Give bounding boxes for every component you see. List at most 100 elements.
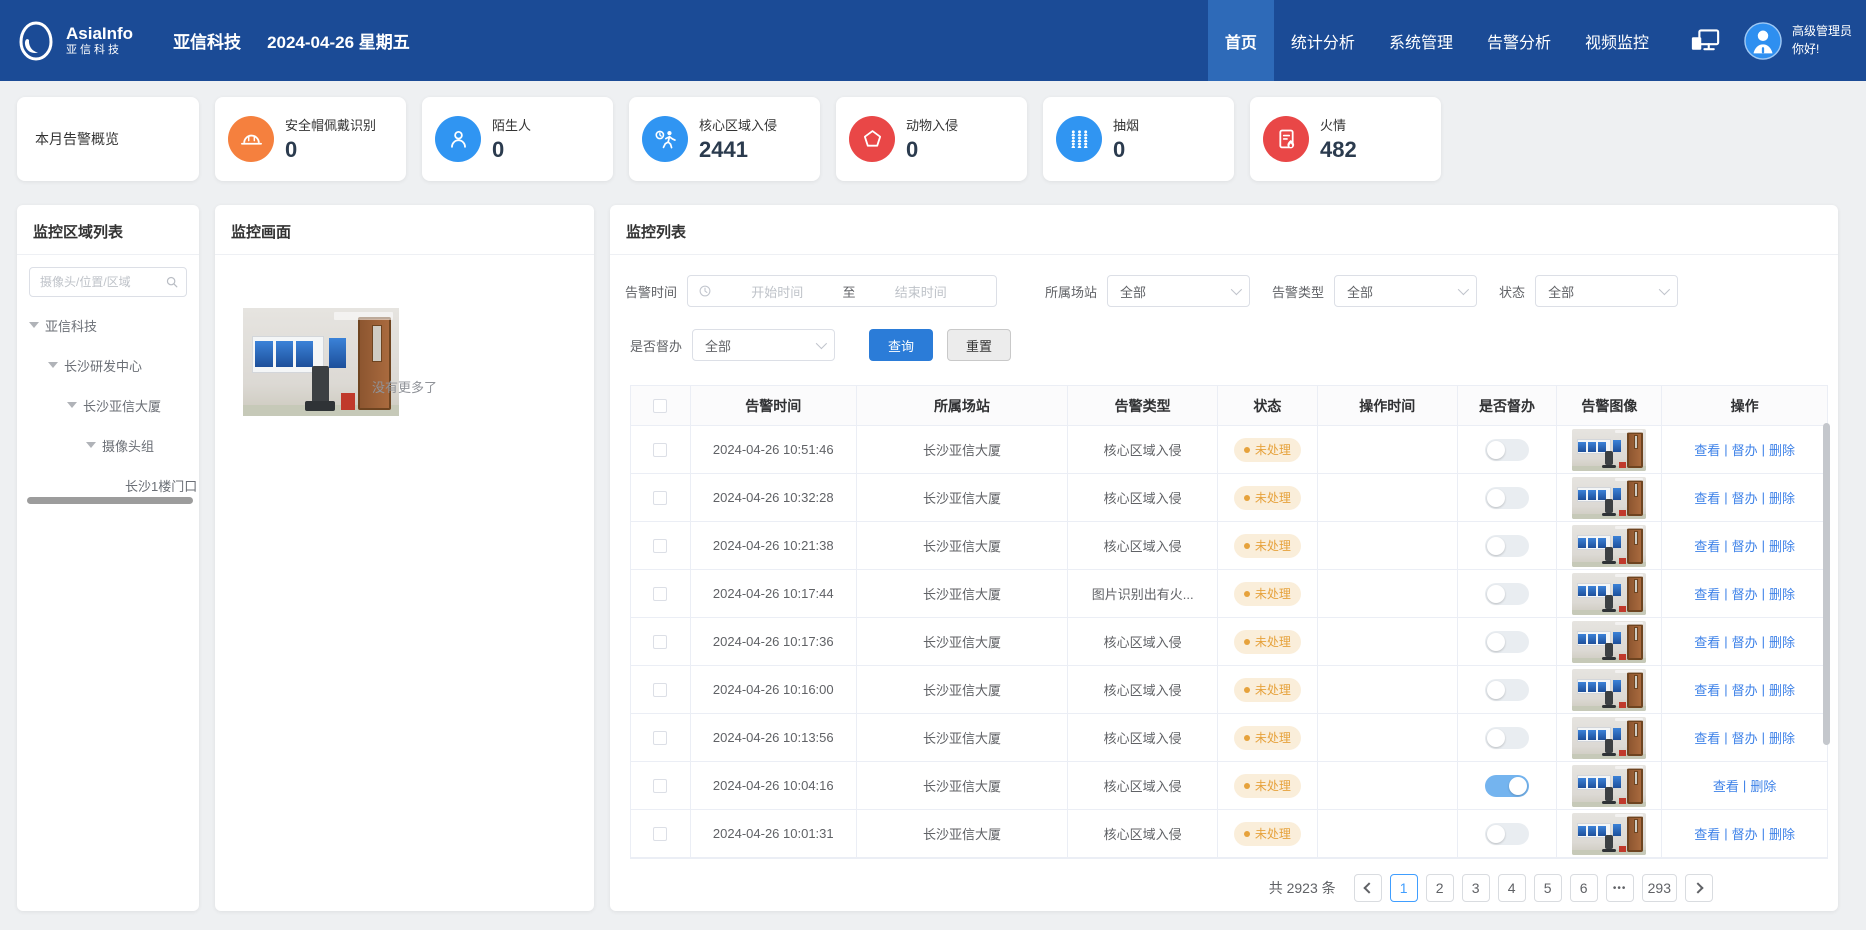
scene-poster <box>1613 584 1621 596</box>
alarm-image[interactable] <box>1572 429 1646 471</box>
query-button[interactable]: 查询 <box>869 329 933 361</box>
tree-item[interactable]: 长沙亚信大厦 <box>17 385 199 425</box>
row-action-link[interactable]: 删除 <box>1769 680 1795 699</box>
alarm-image[interactable] <box>1572 669 1646 711</box>
page-button[interactable]: 4 <box>1498 874 1526 902</box>
camera-thumbnail[interactable] <box>243 308 399 416</box>
row-checkbox[interactable] <box>653 731 667 745</box>
end-time-placeholder[interactable]: 结束时间 <box>856 282 987 301</box>
scene-door-window <box>1634 483 1638 497</box>
row-action-link[interactable]: 查看 <box>1694 680 1720 699</box>
action-separator: | <box>1762 538 1765 553</box>
tree-item[interactable]: 摄像头组 <box>17 425 199 465</box>
row-checkbox[interactable] <box>653 779 667 793</box>
nav-item[interactable]: 首页 <box>1208 0 1274 81</box>
alarm-image[interactable] <box>1572 525 1646 567</box>
select-all-checkbox[interactable] <box>653 399 667 413</box>
row-action-link[interactable]: 督办 <box>1732 488 1758 507</box>
row-action-link[interactable]: 查看 <box>1694 584 1720 603</box>
row-action-link[interactable]: 查看 <box>1694 728 1720 747</box>
row-action-link[interactable]: 删除 <box>1750 776 1776 795</box>
tree-item[interactable]: 长沙研发中心 <box>17 345 199 385</box>
row-checkbox[interactable] <box>653 491 667 505</box>
scene-red-box <box>1619 750 1626 756</box>
supervise-toggle[interactable] <box>1485 583 1529 605</box>
row-action-link[interactable]: 删除 <box>1769 584 1795 603</box>
supervise-toggle[interactable] <box>1485 535 1529 557</box>
row-checkbox[interactable] <box>653 587 667 601</box>
row-checkbox[interactable] <box>653 635 667 649</box>
current-date: 2024-04-26 星期五 <box>267 28 410 53</box>
page-button[interactable]: 2 <box>1426 874 1454 902</box>
row-action-link[interactable]: 查看 <box>1694 824 1720 843</box>
camera-search-input[interactable] <box>29 267 187 297</box>
supervise-toggle[interactable] <box>1485 679 1529 701</box>
next-page-button[interactable] <box>1685 874 1713 902</box>
row-action-link[interactable]: 督办 <box>1732 440 1758 459</box>
nav-item[interactable]: 系统管理 <box>1372 0 1470 81</box>
alarm-image[interactable] <box>1572 717 1646 759</box>
row-action-link[interactable]: 查看 <box>1694 488 1720 507</box>
supervise-select[interactable]: 全部 <box>692 329 835 361</box>
row-action-link[interactable]: 督办 <box>1732 536 1758 555</box>
page-button[interactable]: 3 <box>1462 874 1490 902</box>
nav-item[interactable]: 统计分析 <box>1274 0 1372 81</box>
page-button[interactable]: 5 <box>1534 874 1562 902</box>
row-action-link[interactable]: 查看 <box>1694 536 1720 555</box>
row-action-link[interactable]: 督办 <box>1732 680 1758 699</box>
horizontal-scrollbar[interactable] <box>27 497 193 504</box>
row-action-link[interactable]: 删除 <box>1769 536 1795 555</box>
station-select[interactable]: 全部 <box>1107 275 1250 307</box>
row-action-link[interactable]: 督办 <box>1732 632 1758 651</box>
scene-poster <box>1598 730 1606 740</box>
alarm-type-select[interactable]: 全部 <box>1334 275 1477 307</box>
row-action-link[interactable]: 删除 <box>1769 440 1795 459</box>
supervise-toggle[interactable] <box>1485 727 1529 749</box>
tree-item[interactable]: 亚信科技 <box>17 305 199 345</box>
row-action-link[interactable]: 删除 <box>1769 824 1795 843</box>
row-checkbox[interactable] <box>653 683 667 697</box>
supervise-toggle[interactable] <box>1485 775 1529 797</box>
row-checkbox[interactable] <box>653 539 667 553</box>
row-action-link[interactable]: 督办 <box>1732 584 1758 603</box>
status-select[interactable]: 全部 <box>1535 275 1678 307</box>
supervise-toggle[interactable] <box>1485 439 1529 461</box>
card-value: 482 <box>1320 137 1357 163</box>
row-checkbox[interactable] <box>653 827 667 841</box>
page-button[interactable]: 1 <box>1390 874 1418 902</box>
supervise-toggle[interactable] <box>1485 487 1529 509</box>
start-time-placeholder[interactable]: 开始时间 <box>712 282 843 301</box>
prev-page-button[interactable] <box>1354 874 1382 902</box>
alarm-image[interactable] <box>1572 765 1646 807</box>
alarm-image[interactable] <box>1572 621 1646 663</box>
nav-item[interactable]: 视频监控 <box>1568 0 1666 81</box>
toggle-knob <box>1487 537 1505 555</box>
supervise-toggle[interactable] <box>1485 631 1529 653</box>
alarm-image[interactable] <box>1572 813 1646 855</box>
scene-poster <box>1588 826 1596 836</box>
row-action-link[interactable]: 查看 <box>1713 776 1739 795</box>
alarm-image[interactable] <box>1572 573 1646 615</box>
row-action-link[interactable]: 删除 <box>1769 488 1795 507</box>
alarm-stat-card: 安全帽佩戴识别 0 <box>215 97 406 181</box>
list-title: 监控列表 <box>610 205 1838 254</box>
row-action-link[interactable]: 删除 <box>1769 632 1795 651</box>
row-action-link[interactable]: 督办 <box>1732 728 1758 747</box>
video-wall-icon[interactable] <box>1688 0 1722 81</box>
avatar[interactable] <box>1744 22 1782 60</box>
reset-button[interactable]: 重置 <box>947 329 1011 361</box>
nav-item[interactable]: 告警分析 <box>1470 0 1568 81</box>
page-button[interactable]: 293 <box>1642 874 1677 902</box>
row-action-link[interactable]: 删除 <box>1769 728 1795 747</box>
row-action-link[interactable]: 查看 <box>1694 632 1720 651</box>
row-action-link[interactable]: 查看 <box>1694 440 1720 459</box>
page-button[interactable]: 6 <box>1570 874 1598 902</box>
supervise-toggle[interactable] <box>1485 823 1529 845</box>
operation-time <box>1318 810 1458 857</box>
vertical-scrollbar[interactable] <box>1823 423 1830 745</box>
page-button[interactable]: ••• <box>1606 874 1634 902</box>
time-range-input[interactable]: 开始时间 至 结束时间 <box>687 275 997 307</box>
row-action-link[interactable]: 督办 <box>1732 824 1758 843</box>
alarm-image[interactable] <box>1572 477 1646 519</box>
row-checkbox[interactable] <box>653 443 667 457</box>
